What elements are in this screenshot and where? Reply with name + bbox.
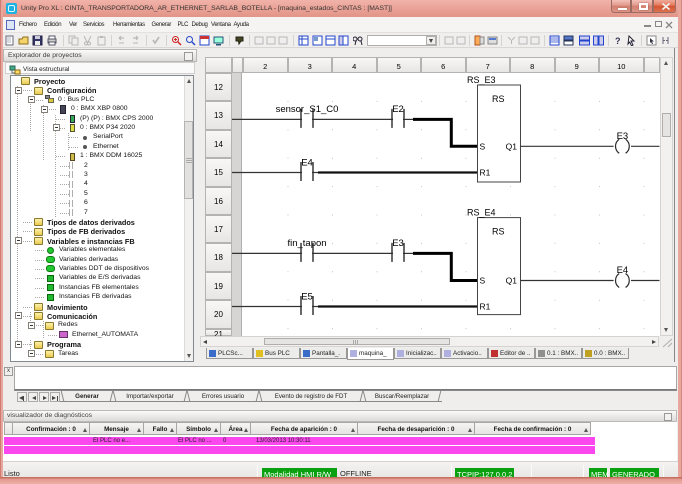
svg-text:sensor_S1_C0: sensor_S1_C0 [276, 104, 339, 115]
svg-text:RS_E4: RS_E4 [467, 208, 496, 218]
svg-text:S: S [480, 141, 486, 151]
svg-text:RS: RS [492, 227, 505, 237]
svg-text:E4: E4 [617, 265, 629, 276]
svg-text:R1: R1 [480, 302, 491, 312]
svg-text:RS: RS [492, 94, 505, 104]
svg-text:Q1: Q1 [506, 276, 518, 286]
svg-text:E3: E3 [617, 131, 629, 142]
svg-text:S: S [480, 276, 486, 286]
svg-text:?: ? [615, 36, 621, 46]
svg-text:Q1: Q1 [506, 141, 518, 151]
svg-text:E4: E4 [301, 157, 313, 168]
svg-text:E5: E5 [301, 291, 313, 302]
svg-text:E3: E3 [392, 238, 404, 249]
svg-text:fin_tapon: fin_tapon [287, 238, 326, 249]
svg-text:E2: E2 [392, 104, 404, 115]
svg-text:R1: R1 [480, 168, 491, 178]
svg-text:RS_E3: RS_E3 [467, 75, 496, 85]
